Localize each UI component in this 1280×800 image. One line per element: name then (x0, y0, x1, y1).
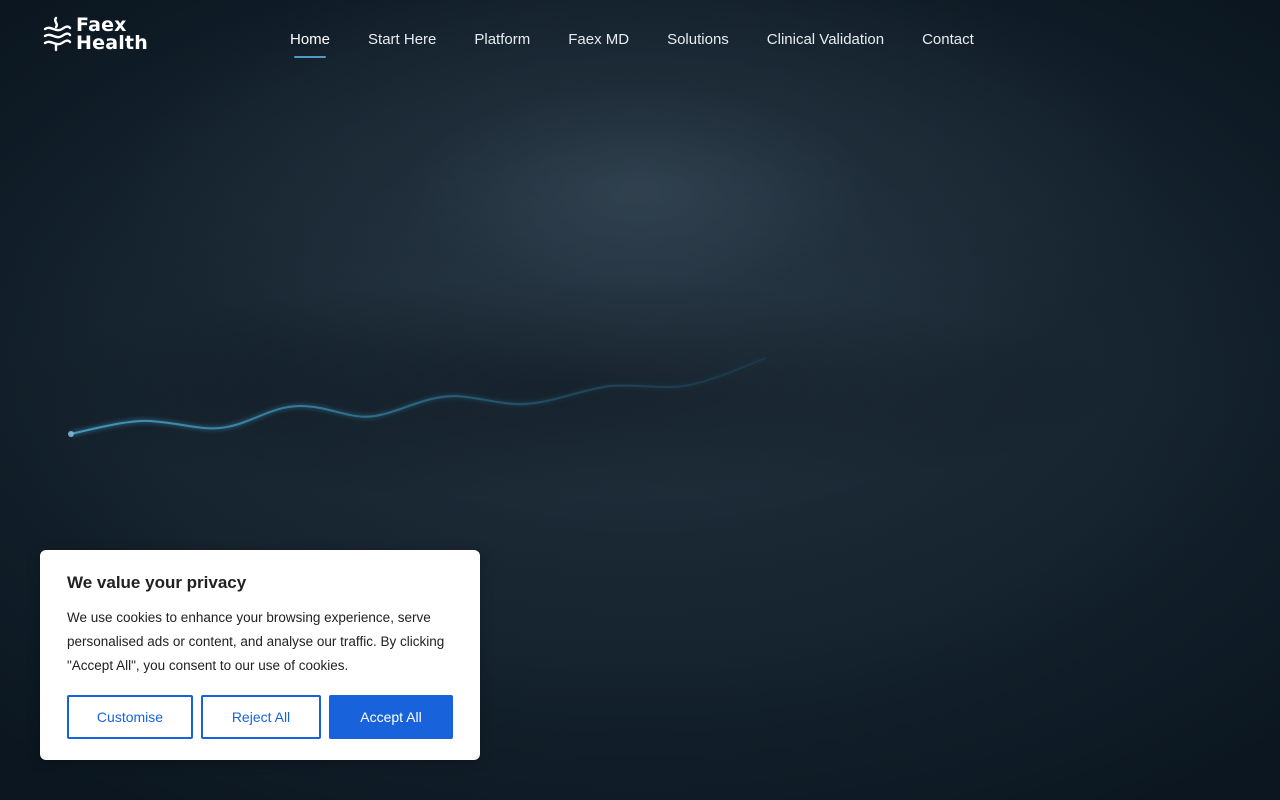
customise-button[interactable]: Customise (67, 695, 193, 739)
faex-health-logo[interactable]: Faex Health (42, 16, 148, 54)
logo-line-2: Health (76, 32, 148, 54)
nav-contact[interactable]: Contact (922, 30, 974, 50)
nav-clinical-validation[interactable]: Clinical Validation (767, 30, 884, 50)
hero-page: Faex Health Home Start Here Platform Fae… (0, 0, 1280, 800)
waveform-start-dot (68, 431, 74, 437)
logo-wordmark: Faex Health (76, 16, 148, 54)
cookie-banner-title: We value your privacy (67, 573, 247, 592)
waveform-line (70, 357, 767, 435)
accept-all-button[interactable]: Accept All (329, 695, 453, 739)
nav-platform[interactable]: Platform (474, 30, 530, 50)
nav-start-here[interactable]: Start Here (368, 30, 436, 50)
cookie-banner-text: We use cookies to enhance your browsing … (67, 610, 445, 673)
nav-home[interactable]: Home (290, 30, 330, 58)
cookie-banner-actions: Customise Reject All Accept All (67, 695, 453, 739)
main-nav: Home Start Here Platform Faex MD Solutio… (290, 30, 1012, 58)
cookie-consent-banner: We value your privacy We use cookies to … (40, 550, 480, 760)
nav-solutions[interactable]: Solutions (667, 30, 729, 50)
reject-all-button[interactable]: Reject All (201, 695, 321, 739)
nav-faex-md[interactable]: Faex MD (568, 30, 629, 50)
wave-logo-icon (43, 16, 72, 52)
